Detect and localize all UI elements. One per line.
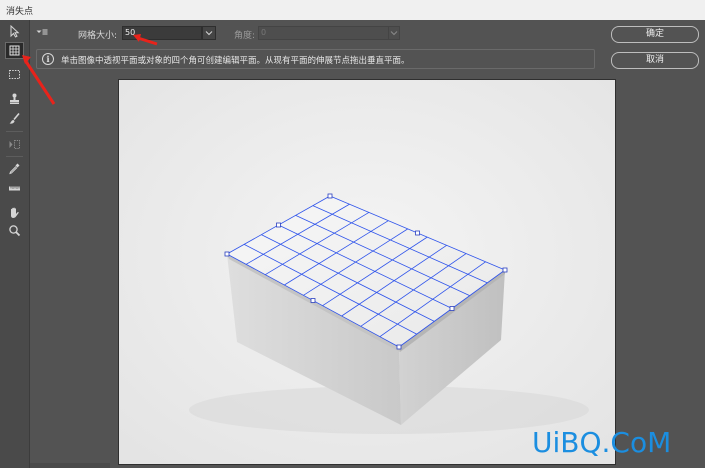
annotation-arrow-gridsize: [137, 36, 158, 46]
annotation-arrows: [22, 34, 158, 105]
watermark-text: UiBQ.CoM: [532, 426, 672, 459]
status-strip: [30, 463, 110, 468]
annotation-arrow-tool: [23, 59, 56, 105]
annotation-arrowhead-gridsize: [133, 34, 141, 42]
